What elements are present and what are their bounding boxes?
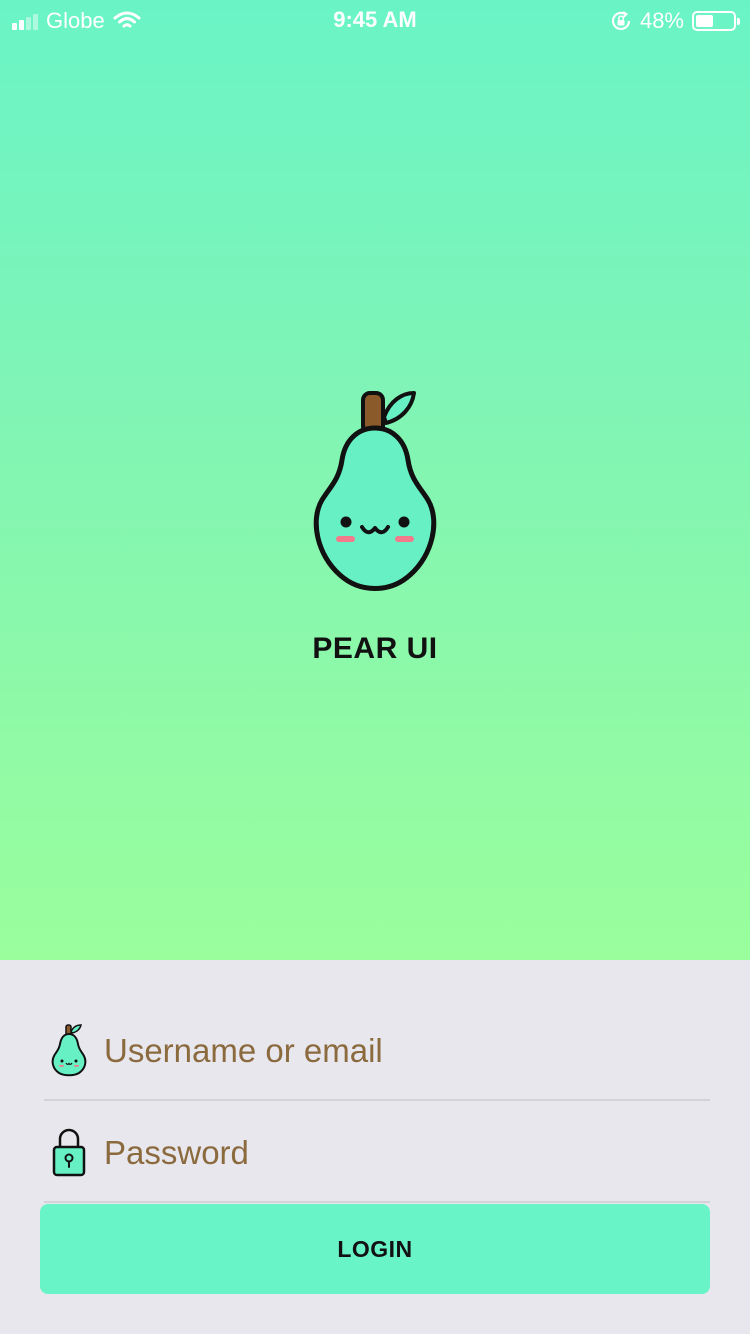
- battery-percent: 48%: [639, 8, 684, 33]
- password-input[interactable]: [104, 1127, 694, 1179]
- login-button[interactable]: LOGIN: [40, 1204, 710, 1294]
- battery-fill: [696, 15, 713, 27]
- username-field: [44, 1001, 710, 1101]
- status-bar: Globe 9:45 AM 48%: [0, 0, 750, 40]
- login-screen: Globe 9:45 AM 48% PEAR UI Username or em…: [0, 0, 750, 1334]
- lock-icon: [52, 1128, 86, 1177]
- hero-background: Globe 9:45 AM 48% PEAR UI: [0, 0, 750, 960]
- username-input[interactable]: [104, 1025, 694, 1077]
- battery-icon: [692, 11, 740, 31]
- password-field: [44, 1103, 710, 1203]
- pear-icon: [51, 1024, 87, 1077]
- status-right: 48%: [610, 8, 740, 34]
- rotation-lock-icon: [611, 11, 631, 30]
- pear-logo-icon: [313, 391, 437, 591]
- app-title: PEAR UI: [312, 632, 438, 665]
